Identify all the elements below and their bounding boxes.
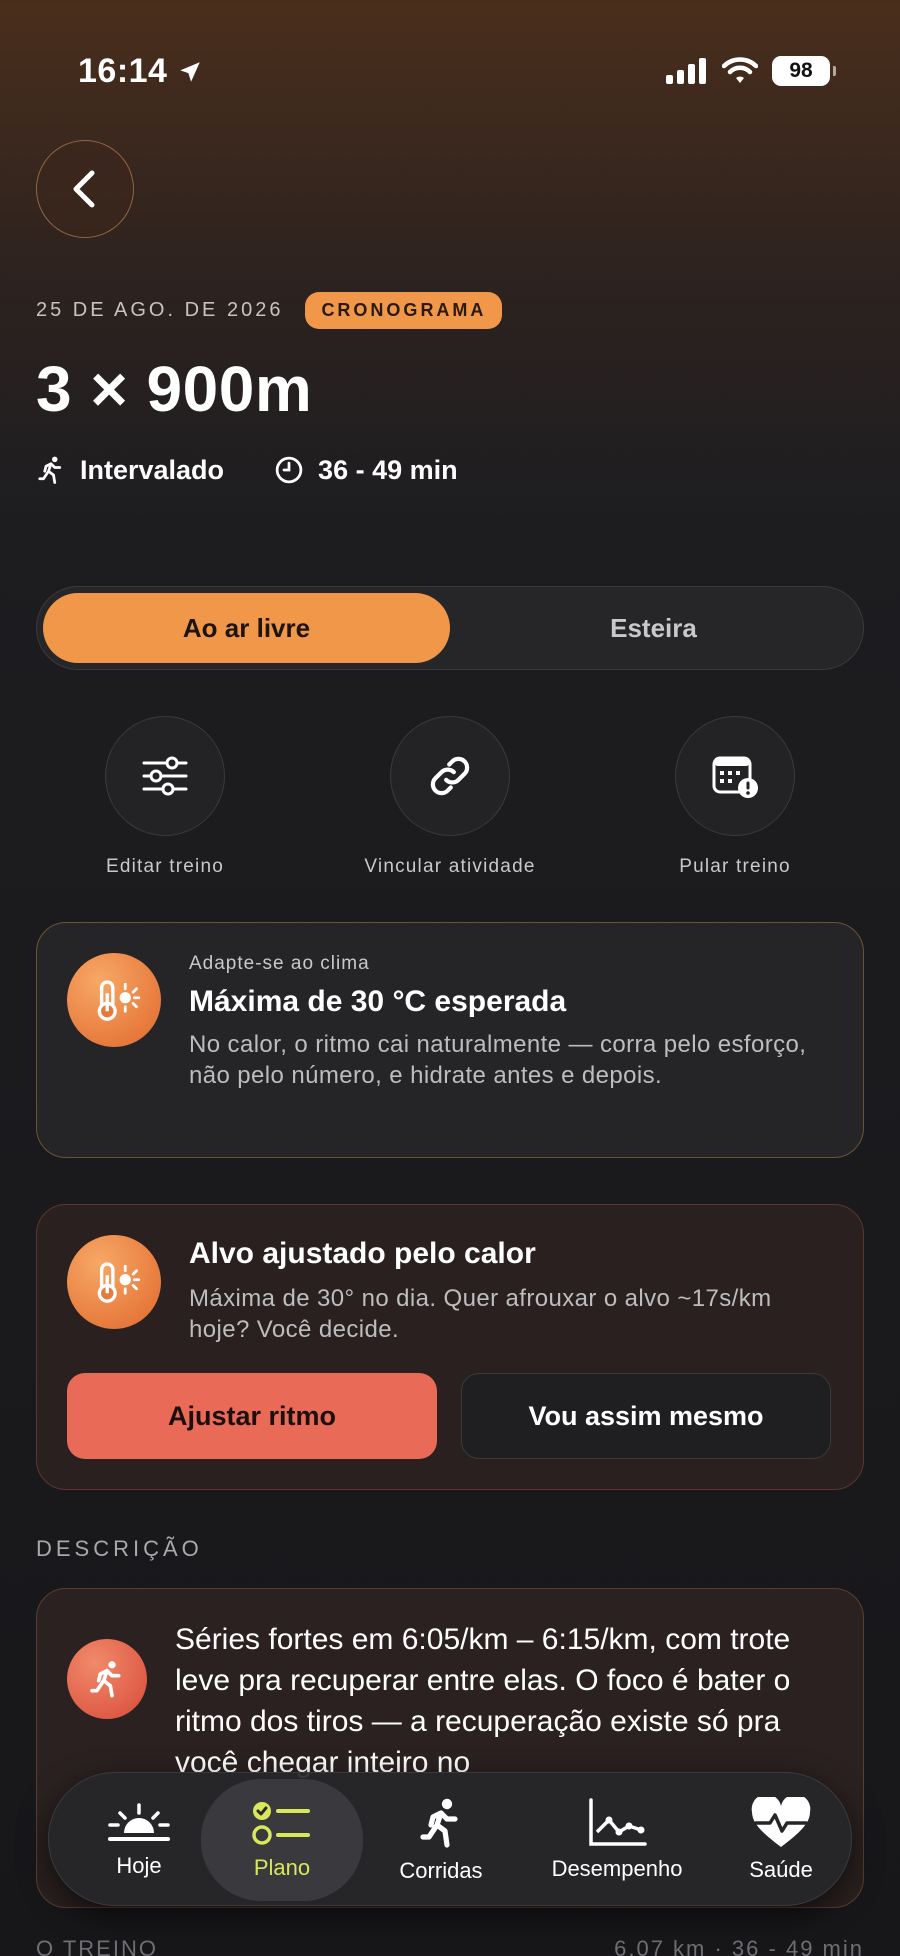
link-activity-button[interactable] xyxy=(390,716,510,836)
heat-body: Máxima de 30° no dia. Quer afrouxar o al… xyxy=(189,1285,772,1343)
climate-body: No calor, o ritmo cai naturalmente — cor… xyxy=(189,1031,807,1089)
signal-icon xyxy=(666,58,706,84)
keep-pace-button[interactable]: Vou assim mesmo xyxy=(461,1373,831,1459)
link-activity-label: Vincular atividade xyxy=(364,856,536,877)
runner-icon xyxy=(38,456,62,484)
climate-card: Adapte-se ao clima Máxima de 30 °C esper… xyxy=(36,922,864,1158)
workout-meta: 25 DE AGO. DE 2026 CRONOGRAMA xyxy=(36,292,503,329)
workout-date: 25 DE AGO. DE 2026 xyxy=(36,299,284,321)
edit-workout-action[interactable]: Editar treino xyxy=(45,716,285,878)
chevron-left-icon xyxy=(73,170,95,208)
description-text: Séries fortes em 6:05/km – 6:15/km, com … xyxy=(175,1623,791,1779)
runner-icon xyxy=(67,1639,147,1719)
environment-segment: Ao ar livre Esteira xyxy=(36,586,864,670)
tab-hoje[interactable]: Hoje xyxy=(69,1773,209,1907)
workout-duration: 36 - 49 min xyxy=(318,454,458,485)
tab-saude-label: Saúde xyxy=(749,1857,813,1882)
runner-icon xyxy=(420,1798,458,1848)
workout-summary: 6,07 km · 36 - 49 min xyxy=(614,1936,864,1956)
checklist-icon xyxy=(252,1802,310,1845)
tab-hoje-label: Hoje xyxy=(116,1853,162,1878)
segment-treadmill[interactable]: Esteira xyxy=(450,593,857,663)
heat-title: Alvo ajustado pelo calor xyxy=(189,1237,536,1270)
status-time: 16:14 xyxy=(78,52,203,91)
adjust-pace-button[interactable]: Ajustar ritmo xyxy=(67,1373,437,1459)
climate-kicker: Adapte-se ao clima xyxy=(189,953,370,974)
tab-saude[interactable]: Saúde xyxy=(721,1773,841,1907)
edit-workout-button[interactable] xyxy=(105,716,225,836)
tab-corridas[interactable]: Corridas xyxy=(361,1773,521,1907)
location-arrow-icon xyxy=(180,61,201,82)
heat-adjust-card: Alvo ajustado pelo calor Máxima de 30° n… xyxy=(36,1204,864,1490)
calendar-alert-icon xyxy=(712,756,758,798)
tab-corridas-label: Corridas xyxy=(399,1858,483,1883)
description-heading: DESCRIÇÃO xyxy=(36,1536,203,1561)
link-icon xyxy=(430,756,470,796)
edit-workout-label: Editar treino xyxy=(105,856,225,877)
skip-workout-action[interactable]: Pular treino xyxy=(615,716,855,878)
sunrise-icon xyxy=(108,1803,170,1841)
page-title: 3 × 900m xyxy=(36,353,313,425)
link-activity-action[interactable]: Vincular atividade xyxy=(330,716,570,878)
schedule-badge: CRONOGRAMA xyxy=(305,292,503,329)
sliders-icon xyxy=(142,756,188,796)
workout-section-label: O TREINO xyxy=(36,1936,158,1956)
tab-plano-label: Plano xyxy=(253,1855,311,1880)
tab-desempenho-label: Desempenho xyxy=(551,1856,683,1881)
tab-desempenho[interactable]: Desempenho xyxy=(519,1773,715,1907)
heart-pulse-icon xyxy=(751,1797,811,1847)
tab-bar: Hoje Plano Corridas Desempenho Saúde xyxy=(48,1772,852,1906)
thermometer-sun-icon xyxy=(67,953,161,1047)
status-indicators: 98 xyxy=(666,56,836,86)
climate-title: Máxima de 30 °C esperada xyxy=(189,985,567,1018)
tab-plano[interactable]: Plano xyxy=(201,1779,363,1901)
segment-outdoor[interactable]: Ao ar livre xyxy=(43,593,450,663)
back-button[interactable] xyxy=(36,140,134,238)
workout-info: Intervalado 36 - 49 min xyxy=(36,454,458,486)
chart-icon xyxy=(589,1798,647,1846)
thermometer-sun-icon xyxy=(67,1235,161,1329)
skip-workout-label: Pular treino xyxy=(679,856,791,877)
battery-indicator: 98 xyxy=(772,56,836,86)
skip-workout-button[interactable] xyxy=(675,716,795,836)
workout-summary-row: O TREINO 6,07 km · 36 - 49 min xyxy=(36,1936,864,1956)
workout-type: Intervalado xyxy=(80,454,225,485)
clock-icon xyxy=(275,456,303,484)
wifi-icon xyxy=(722,57,758,83)
